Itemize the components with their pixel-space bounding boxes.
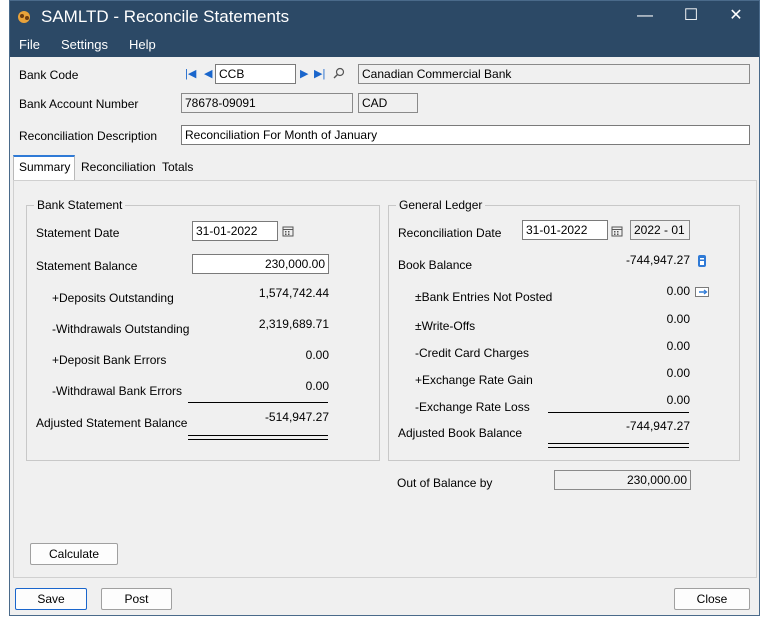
adjusted-book-balance-value: -744,947.27 <box>625 419 690 433</box>
last-record-icon[interactable]: ▶| <box>314 67 325 80</box>
withdrawal-bank-errors-label: -Withdrawal Bank Errors <box>52 384 183 398</box>
drilldown-icon[interactable] <box>695 286 711 298</box>
deposits-outstanding-value: 1,574,742.44 <box>258 286 329 300</box>
statement-date-label: Statement Date <box>36 226 120 240</box>
description-input[interactable]: Reconciliation For Month of January <box>181 125 750 145</box>
write-offs-label: ±Write-Offs <box>415 319 476 333</box>
bank-code-input[interactable]: CCB <box>215 64 296 84</box>
calculate-button[interactable]: Calculate <box>30 543 118 565</box>
withdrawals-outstanding-value: 2,319,689.71 <box>258 317 329 331</box>
book-balance-detail-icon[interactable] <box>696 254 708 268</box>
total-double-line-2 <box>548 447 689 448</box>
close-window-button[interactable]: ✕ <box>713 1 759 33</box>
subtotal-line <box>188 402 328 403</box>
tab-summary[interactable]: Summary <box>13 155 75 180</box>
out-of-balance-label: Out of Balance by <box>397 476 493 490</box>
withdrawals-outstanding-label: -Withdrawals Outstanding <box>52 322 190 336</box>
bank-statement-title: Bank Statement <box>34 198 126 212</box>
background-window-edge <box>0 0 9 623</box>
previous-record-icon[interactable]: ◀ <box>204 67 212 80</box>
book-balance-value: -744,947.27 <box>625 253 690 267</box>
summary-panel: Bank Statement Statement Date 31-01-2022… <box>13 180 757 578</box>
bank-statement-group: Bank Statement Statement Date 31-01-2022… <box>26 198 380 461</box>
book-balance-label: Book Balance <box>398 258 473 272</box>
next-record-icon[interactable]: ▶ <box>300 67 308 80</box>
bank-name-field: Canadian Commercial Bank <box>358 64 750 84</box>
general-ledger-title: General Ledger <box>396 198 486 212</box>
maximize-button[interactable]: ☐ <box>668 1 714 33</box>
credit-card-charges-value: 0.00 <box>666 339 690 353</box>
finder-search-icon[interactable] <box>333 67 345 79</box>
first-record-icon[interactable]: |◀ <box>185 67 196 80</box>
total-double-line-1 <box>548 443 689 444</box>
menu-settings[interactable]: Settings <box>61 37 108 52</box>
deposits-outstanding-label: +Deposits Outstanding <box>52 291 174 305</box>
close-button[interactable]: Close <box>674 588 750 610</box>
out-of-balance-field: 230,000.00 <box>554 470 691 490</box>
title-bar: SAMLTD - Reconcile Statements — ☐ ✕ <box>10 1 759 33</box>
adjusted-statement-balance-label: Adjusted Statement Balance <box>36 416 188 430</box>
window-title: SAMLTD - Reconcile Statements <box>41 7 290 26</box>
save-button[interactable]: Save <box>15 588 87 610</box>
withdrawal-bank-errors-value: 0.00 <box>305 379 329 393</box>
calendar-icon[interactable] <box>611 225 623 237</box>
reconciliation-date-label: Reconciliation Date <box>398 226 502 240</box>
calendar-icon[interactable] <box>282 225 294 237</box>
bank-entries-not-posted-label: ±Bank Entries Not Posted <box>415 290 553 304</box>
statement-balance-label: Statement Balance <box>36 259 138 273</box>
exchange-rate-gain-value: 0.00 <box>666 366 690 380</box>
exchange-rate-loss-value: 0.00 <box>666 393 690 407</box>
description-label: Reconciliation Description <box>19 129 158 143</box>
tab-totals[interactable]: Totals <box>157 157 203 179</box>
exchange-rate-gain-label: +Exchange Rate Gain <box>415 373 533 387</box>
fiscal-period-field: 2022 - 01 <box>630 220 690 240</box>
reconciliation-date-input[interactable]: 31-01-2022 <box>522 220 608 240</box>
account-number-label: Bank Account Number <box>19 97 139 111</box>
menu-file[interactable]: File <box>19 37 40 52</box>
exchange-rate-loss-label: -Exchange Rate Loss <box>415 400 530 414</box>
adjusted-statement-balance-value: -514,947.27 <box>264 410 329 424</box>
statement-date-input[interactable]: 31-01-2022 <box>192 221 278 241</box>
bank-code-label: Bank Code <box>19 68 79 82</box>
statement-balance-input[interactable]: 230,000.00 <box>192 254 329 274</box>
write-offs-value: 0.00 <box>666 312 690 326</box>
deposit-bank-errors-value: 0.00 <box>305 348 329 362</box>
total-double-line-1 <box>188 435 328 436</box>
bank-entries-not-posted-value: 0.00 <box>666 284 690 298</box>
total-double-line-2 <box>188 439 328 440</box>
general-ledger-group: General Ledger Reconciliation Date 31-01… <box>388 198 740 461</box>
credit-card-charges-label: -Credit Card Charges <box>415 346 530 360</box>
currency-field: CAD <box>358 93 418 113</box>
adjusted-book-balance-label: Adjusted Book Balance <box>398 426 523 440</box>
subtotal-line <box>548 412 689 413</box>
reconcile-statements-window: SAMLTD - Reconcile Statements — ☐ ✕ File… <box>9 0 760 616</box>
minimize-button[interactable]: — <box>622 1 668 33</box>
tab-reconciliation[interactable]: Reconciliation <box>76 157 156 179</box>
post-button[interactable]: Post <box>101 588 172 610</box>
menu-help[interactable]: Help <box>129 37 156 52</box>
menu-bar: File Settings Help <box>10 33 759 57</box>
app-icon <box>18 11 30 23</box>
account-number-field: 78678-09091 <box>181 93 353 113</box>
deposit-bank-errors-label: +Deposit Bank Errors <box>52 353 167 367</box>
